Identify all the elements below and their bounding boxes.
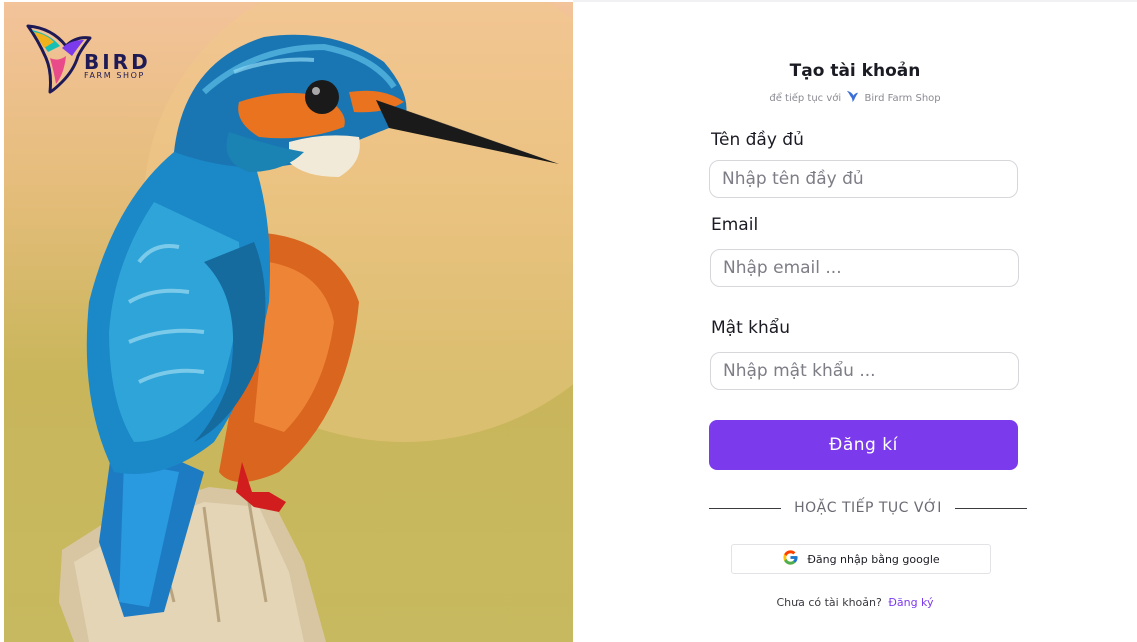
email-label: Email <box>711 215 759 235</box>
subtitle-brand: Bird Farm Shop <box>864 93 941 104</box>
brand-tagline: FARM SHOP <box>84 71 145 80</box>
full-name-input[interactable] <box>709 160 1018 198</box>
subtitle-prefix: để tiếp tục với <box>769 93 842 104</box>
divider-line-right <box>955 508 1027 509</box>
brand-logo[interactable]: BIRD FARM SHOP <box>26 22 186 102</box>
register-link[interactable]: Đăng ký <box>888 596 933 609</box>
register-button[interactable]: Đăng kí <box>709 420 1018 470</box>
full-name-label: Tên đầy đủ <box>711 130 804 150</box>
password-label: Mật khẩu <box>711 318 790 338</box>
signup-page: BIRD FARM SHOP Tạo tài khoản để tiếp tục… <box>0 0 1137 642</box>
password-input[interactable] <box>710 352 1019 390</box>
hummingbird-logo-icon <box>26 24 92 94</box>
page-title: Tạo tài khoản <box>789 61 921 81</box>
google-icon <box>782 549 799 569</box>
email-input[interactable] <box>710 249 1019 287</box>
google-signin-button[interactable]: Đăng nhập bằng google <box>731 544 991 574</box>
signin-row: Chưa có tài khoản? Đăng ký <box>573 596 1137 609</box>
bird-logo-icon <box>846 90 859 106</box>
page-subtitle: để tiếp tục với Bird Farm Shop <box>573 90 1137 106</box>
divider-line-left <box>709 508 781 509</box>
divider-text: HOẶC TIẾP TỤC VỚI <box>794 500 942 516</box>
signin-prompt: Chưa có tài khoản? <box>776 596 882 609</box>
signup-form: Tạo tài khoản để tiếp tục với Bird Farm … <box>573 0 1137 642</box>
divider: HOẶC TIẾP TỤC VỚI <box>709 498 1027 520</box>
hero-image: BIRD FARM SHOP <box>4 2 573 642</box>
google-button-label: Đăng nhập bằng google <box>807 552 940 566</box>
